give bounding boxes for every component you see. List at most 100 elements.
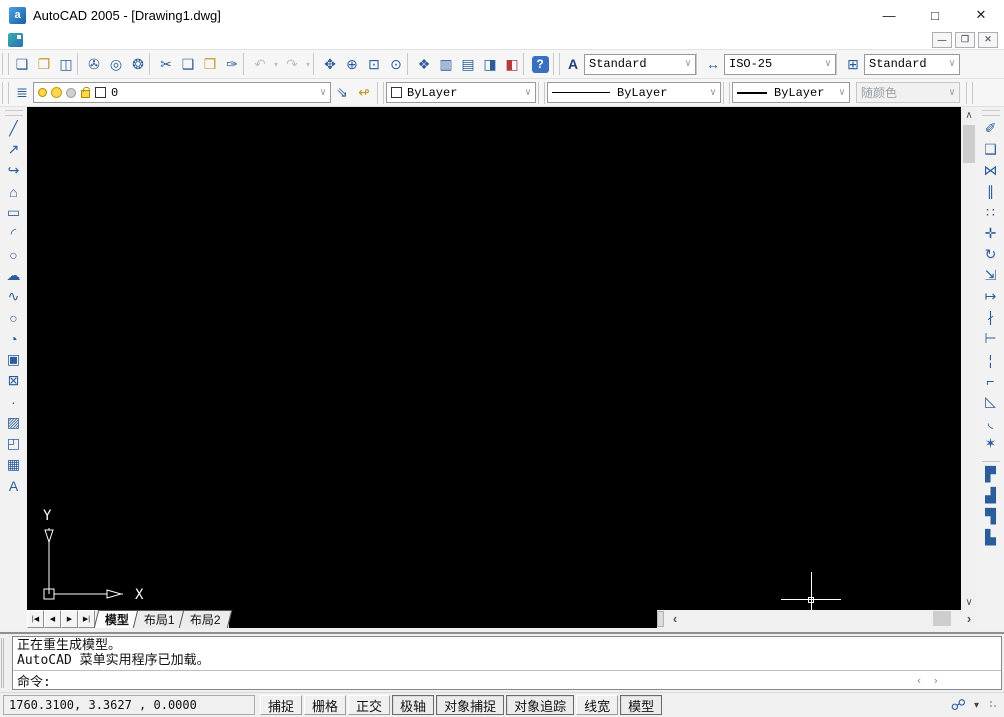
- cut-icon[interactable]: ✂: [155, 52, 177, 76]
- menu-item[interactable]: [47, 38, 65, 42]
- chevron-down-icon[interactable]: ∨: [706, 87, 716, 99]
- communication-center-icon[interactable]: ☍: [951, 696, 966, 714]
- minimize-button[interactable]: —: [866, 0, 912, 30]
- move-icon[interactable]: ✛: [979, 223, 1003, 244]
- menu-item[interactable]: [155, 38, 173, 42]
- mdi-minimize-button[interactable]: —: [932, 32, 952, 48]
- menu-item[interactable]: [137, 38, 155, 42]
- region-icon[interactable]: ◰: [2, 433, 26, 454]
- menu-item[interactable]: [65, 38, 83, 42]
- status-toggle-button[interactable]: 线宽: [576, 695, 618, 715]
- table-style-combo[interactable]: Standard ∨: [864, 54, 960, 75]
- command-text-area[interactable]: 正在重生成模型。AutoCAD 菜单实用程序已加载。 命令: ‹ ›: [12, 636, 1002, 690]
- status-toggle-button[interactable]: 对象追踪: [506, 695, 574, 715]
- status-toggle-button[interactable]: 极轴: [392, 695, 434, 715]
- chevron-down-icon[interactable]: ∨: [821, 58, 831, 70]
- mdi-restore-button[interactable]: ❐: [955, 32, 975, 48]
- layer-viewport-freeze-icon[interactable]: [66, 88, 76, 98]
- horizontal-scroll-thumb[interactable]: [933, 611, 951, 626]
- save-icon[interactable]: ◫: [55, 52, 77, 76]
- line-icon[interactable]: ╱: [2, 118, 26, 139]
- zoom-realtime-icon[interactable]: ⊕: [341, 52, 363, 76]
- undo-icon[interactable]: ↶: [249, 52, 271, 76]
- plot-preview-icon[interactable]: ◎: [105, 52, 127, 76]
- linetype-control-combo[interactable]: ByLayer ∨: [547, 82, 721, 103]
- color-control-combo[interactable]: ByLayer ∨: [386, 82, 536, 103]
- tab-scrollbar-splitter[interactable]: [657, 611, 664, 627]
- toolbar-drag-handle[interactable]: [538, 82, 545, 104]
- table-icon[interactable]: ▦: [2, 454, 26, 475]
- scroll-left-arrow[interactable]: ‹: [667, 610, 683, 626]
- mdi-close-button[interactable]: ✕: [978, 32, 998, 48]
- menu-item[interactable]: [83, 38, 101, 42]
- dim-style-combo[interactable]: ISO-25 ∨: [724, 54, 836, 75]
- scroll-left-arrow[interactable]: ‹: [916, 674, 923, 687]
- markup-set-manager-icon[interactable]: ◧: [501, 52, 523, 76]
- zoom-window-icon[interactable]: ⊡: [363, 52, 385, 76]
- offset-icon[interactable]: ∥: [979, 181, 1003, 202]
- mtext-icon[interactable]: A: [2, 475, 26, 496]
- mirror-icon[interactable]: ⋈: [979, 160, 1003, 181]
- lineweight-control-combo[interactable]: ByLayer ∨: [732, 82, 850, 103]
- layout-tab[interactable]: 布局2: [178, 610, 231, 628]
- toolbar-drag-handle[interactable]: [966, 82, 973, 104]
- hatch-icon[interactable]: ▨: [2, 412, 26, 433]
- redo-icon[interactable]: ↷: [281, 52, 303, 76]
- tab-nav-last[interactable]: ▶|: [78, 610, 95, 628]
- new-file-icon[interactable]: ❏: [11, 52, 33, 76]
- table-style-icon[interactable]: ⊞: [842, 52, 864, 76]
- tab-nav-prev[interactable]: ◀: [44, 610, 61, 628]
- copy-icon[interactable]: ❑: [177, 52, 199, 76]
- erase-icon[interactable]: ✐: [979, 118, 1003, 139]
- tool-palettes-icon[interactable]: ▤: [457, 52, 479, 76]
- scale-icon[interactable]: ⇲: [979, 265, 1003, 286]
- toolbar-drag-handle[interactable]: [553, 53, 560, 75]
- layer-freeze-sun-icon[interactable]: [51, 87, 62, 98]
- layer-properties-manager-icon[interactable]: ≣: [11, 81, 33, 105]
- layout-tab[interactable]: 布局1: [133, 610, 186, 628]
- fillet-icon[interactable]: ◟: [979, 412, 1003, 433]
- match-properties-icon[interactable]: ✑: [221, 52, 243, 76]
- status-toggle-button[interactable]: 对象捕捉: [436, 695, 504, 715]
- polygon-icon[interactable]: ⌂: [2, 181, 26, 202]
- open-folder-icon[interactable]: ❐: [33, 52, 55, 76]
- app-icon[interactable]: a: [9, 7, 26, 24]
- menu-item[interactable]: [119, 38, 137, 42]
- bring-to-front-icon[interactable]: ▛: [979, 464, 1003, 485]
- ellipse-icon[interactable]: ○: [2, 307, 26, 328]
- text-style-icon[interactable]: A: [562, 52, 584, 76]
- layer-previous-icon[interactable]: ↫: [353, 81, 375, 105]
- make-block-icon[interactable]: ⊠: [2, 370, 26, 391]
- toolbar-drag-handle[interactable]: [377, 82, 384, 104]
- polyline-icon[interactable]: ↪: [2, 160, 26, 181]
- chevron-down-icon[interactable]: ∨: [945, 58, 955, 70]
- status-toggle-button[interactable]: 正交: [348, 695, 390, 715]
- command-window-drag-grip[interactable]: [1, 638, 11, 688]
- command-prompt-row[interactable]: 命令: ‹ ›: [13, 671, 1001, 689]
- scroll-right-arrow[interactable]: ›: [961, 610, 977, 626]
- tab-nav-first[interactable]: |◀: [27, 610, 44, 628]
- chamfer-icon[interactable]: ◺: [979, 391, 1003, 412]
- chevron-down-icon[interactable]: ∨: [316, 87, 326, 99]
- menu-item[interactable]: [173, 38, 191, 42]
- array-icon[interactable]: ∷: [979, 202, 1003, 223]
- toolbar-drag-handle[interactable]: [5, 110, 23, 116]
- break-icon[interactable]: ⌐: [979, 370, 1003, 391]
- spline-icon[interactable]: ∿: [2, 286, 26, 307]
- drawing-canvas[interactable]: Y X: [27, 107, 961, 610]
- status-toggle-button[interactable]: 模型: [620, 695, 662, 715]
- help-icon[interactable]: ?: [529, 52, 551, 76]
- undo-dropdown-icon[interactable]: ▾: [271, 52, 281, 76]
- designcenter-icon[interactable]: ▥: [435, 52, 457, 76]
- menu-item[interactable]: [191, 38, 209, 42]
- plot-icon[interactable]: ✇: [83, 52, 105, 76]
- vertical-scrollbar[interactable]: ∧ ∨: [961, 107, 977, 610]
- vertical-scroll-thumb[interactable]: [963, 125, 975, 163]
- construction-line-icon[interactable]: ↗: [2, 139, 26, 160]
- copy-object-icon[interactable]: ❑: [979, 139, 1003, 160]
- toolbar-drag-handle[interactable]: [723, 82, 730, 104]
- send-to-back-icon[interactable]: ▟: [979, 485, 1003, 506]
- chevron-down-icon[interactable]: ∨: [521, 87, 531, 99]
- rotate-icon[interactable]: ↻: [979, 244, 1003, 265]
- sheetset-manager-icon[interactable]: ◨: [479, 52, 501, 76]
